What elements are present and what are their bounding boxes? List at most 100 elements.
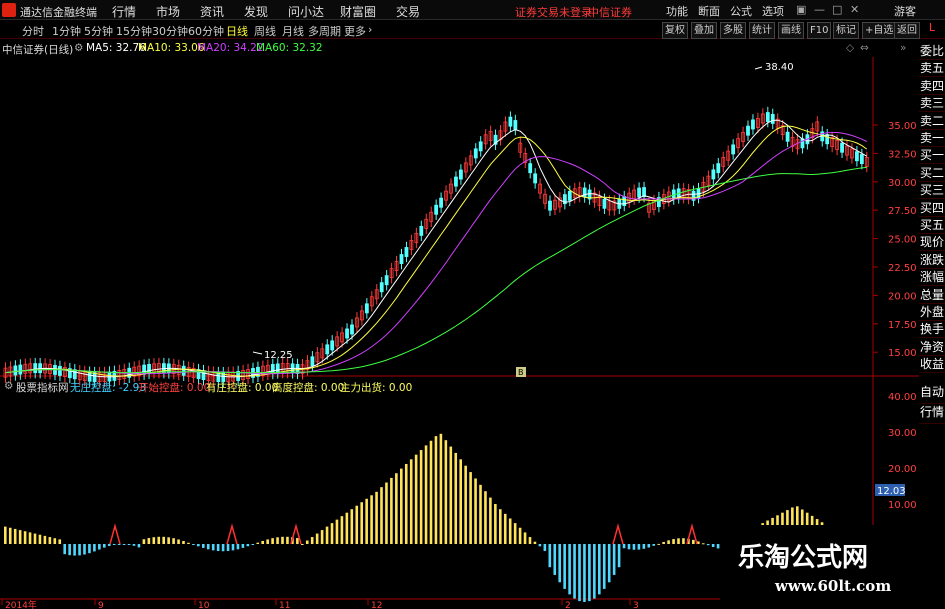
candle-body	[478, 141, 483, 152]
side-tab-16[interactable]: 换手	[919, 320, 945, 339]
side-tab-13[interactable]: 涨幅	[919, 268, 945, 287]
indicator-bar	[677, 538, 680, 544]
side-tab-12[interactable]: 涨跌	[919, 251, 945, 269]
candle-body	[855, 151, 859, 162]
side-tab-5[interactable]: 卖一	[919, 129, 945, 147]
maximize-icon[interactable]: □	[832, 3, 842, 16]
candle-body	[508, 116, 513, 127]
indicator-bar	[474, 478, 477, 544]
date-label: 3	[633, 601, 639, 609]
menu-market[interactable]: 市场	[156, 3, 180, 20]
side-tab-18[interactable]: 收益	[919, 355, 945, 374]
indicator-bar	[607, 544, 611, 583]
settings-icon[interactable]: ⚙	[4, 380, 13, 392]
indicator-bar	[449, 446, 453, 544]
period-daily[interactable]: 日线	[226, 23, 248, 39]
indicator-bar	[206, 544, 210, 550]
side-tab-11[interactable]: 现价	[919, 233, 945, 252]
minimize-icon[interactable]: —	[814, 3, 825, 16]
period-monthly[interactable]: 月线	[282, 23, 304, 39]
candle-body	[454, 176, 458, 187]
f10-button[interactable]: F10	[807, 22, 832, 39]
indicator-bar	[657, 543, 660, 545]
guest-label[interactable]: 游客	[894, 3, 916, 19]
indicator-bar	[147, 538, 151, 544]
menu-wealth[interactable]: 财富圈	[340, 3, 376, 20]
indicator-bar	[98, 544, 101, 550]
menu-market-quotes[interactable]: 行情	[112, 3, 136, 20]
menu-news[interactable]: 资讯	[200, 3, 224, 20]
chevron-right-icon[interactable]: ›	[368, 23, 372, 36]
side-tab-2[interactable]: 卖四	[919, 77, 945, 95]
svg-text:12.25: 12.25	[264, 350, 293, 361]
period-1min[interactable]: 1分钟	[52, 23, 81, 39]
login-notice[interactable]: 证券交易未登录	[515, 4, 592, 20]
indicator-bar	[622, 544, 626, 549]
indicator-bar	[122, 544, 126, 545]
indicator-bar	[132, 544, 136, 546]
side-tab-19[interactable]: 自动	[919, 383, 945, 404]
side-tab-3[interactable]: 卖三	[919, 94, 945, 113]
menu-options[interactable]: 选项	[762, 3, 784, 19]
side-tab-0[interactable]: 委比	[919, 42, 945, 60]
period-15min[interactable]: 15分钟	[116, 23, 152, 39]
ma-lines	[5, 119, 868, 378]
indicator-bar	[211, 544, 215, 551]
period-weekly[interactable]: 周线	[254, 23, 276, 39]
indicator-bar	[637, 544, 641, 550]
candle-body	[785, 131, 790, 142]
back-button[interactable]: 返回	[894, 22, 920, 39]
side-tab-14[interactable]: 总量	[919, 286, 945, 304]
indicator-bar	[593, 544, 596, 599]
price-label: 32.50	[888, 149, 917, 160]
side-tab-17[interactable]: 净资	[919, 338, 945, 356]
side-tab-6[interactable]: 买一	[919, 146, 945, 165]
period-30min[interactable]: 30分钟	[152, 23, 188, 39]
candle-body	[345, 328, 349, 339]
period-5min[interactable]: 5分钟	[84, 23, 113, 39]
statistics-button[interactable]: 统计	[749, 22, 775, 39]
price-label: 20.00	[888, 291, 917, 302]
side-tab-4[interactable]: 卖二	[919, 112, 945, 130]
menu-discover[interactable]: 发现	[244, 3, 268, 20]
indicator-bar	[538, 544, 542, 547]
indicator-bar	[78, 544, 81, 556]
indicator-bar	[503, 513, 507, 544]
overlay-button[interactable]: 叠加	[691, 22, 717, 39]
menu-section[interactable]: 断面	[698, 3, 720, 19]
period-multi[interactable]: 多周期	[308, 23, 341, 39]
indicator-bar	[325, 526, 329, 544]
menu-trade[interactable]: 交易	[396, 3, 420, 20]
period-intraday[interactable]: 分时	[22, 23, 44, 39]
menu-functions[interactable]: 功能	[666, 3, 688, 19]
side-tab-20[interactable]: 行情	[919, 403, 945, 424]
period-more[interactable]: 更多	[344, 23, 366, 39]
signal-marker	[612, 523, 624, 545]
indicator-f4: 高度控盘: 0.00	[272, 382, 345, 394]
side-tab-7[interactable]: 买二	[919, 164, 945, 182]
side-tab-8[interactable]: 买三	[919, 181, 945, 200]
indicator-bar	[692, 539, 695, 544]
close-icon[interactable]: ✕	[850, 3, 859, 16]
indicator-bar	[192, 544, 195, 545]
multi-stock-button[interactable]: 多股	[720, 22, 746, 39]
menu-ask[interactable]: 问小达	[288, 3, 324, 20]
side-tab-10[interactable]: 买五	[919, 216, 945, 234]
menu-formula[interactable]: 公式	[730, 3, 752, 19]
indicator-bar	[241, 544, 245, 548]
period-60min[interactable]: 60分钟	[188, 23, 224, 39]
indicator-bar	[112, 544, 116, 545]
side-tab-15[interactable]: 外盘	[919, 303, 945, 321]
side-tab-1[interactable]: 卖五	[919, 59, 945, 78]
indicator-bar	[499, 509, 502, 544]
shirt-icon[interactable]: ▣	[796, 3, 806, 16]
add-watchlist-button[interactable]: +自选	[862, 22, 897, 39]
watermark: 乐淘公式网 www.60lt.com	[720, 525, 945, 609]
indicator-f2: 开始控盘: 0.00	[138, 382, 211, 394]
kline-chart[interactable]: 35.00 32.50 30.00 27.50 25.00 22.50 20.00 17.50…	[0, 39, 919, 609]
draw-line-button[interactable]: 画线	[778, 22, 804, 39]
mark-button[interactable]: 标记	[833, 22, 859, 39]
side-tab-9[interactable]: 买四	[919, 199, 945, 217]
adjust-button[interactable]: 复权	[662, 22, 688, 39]
ma60-line	[5, 166, 867, 374]
